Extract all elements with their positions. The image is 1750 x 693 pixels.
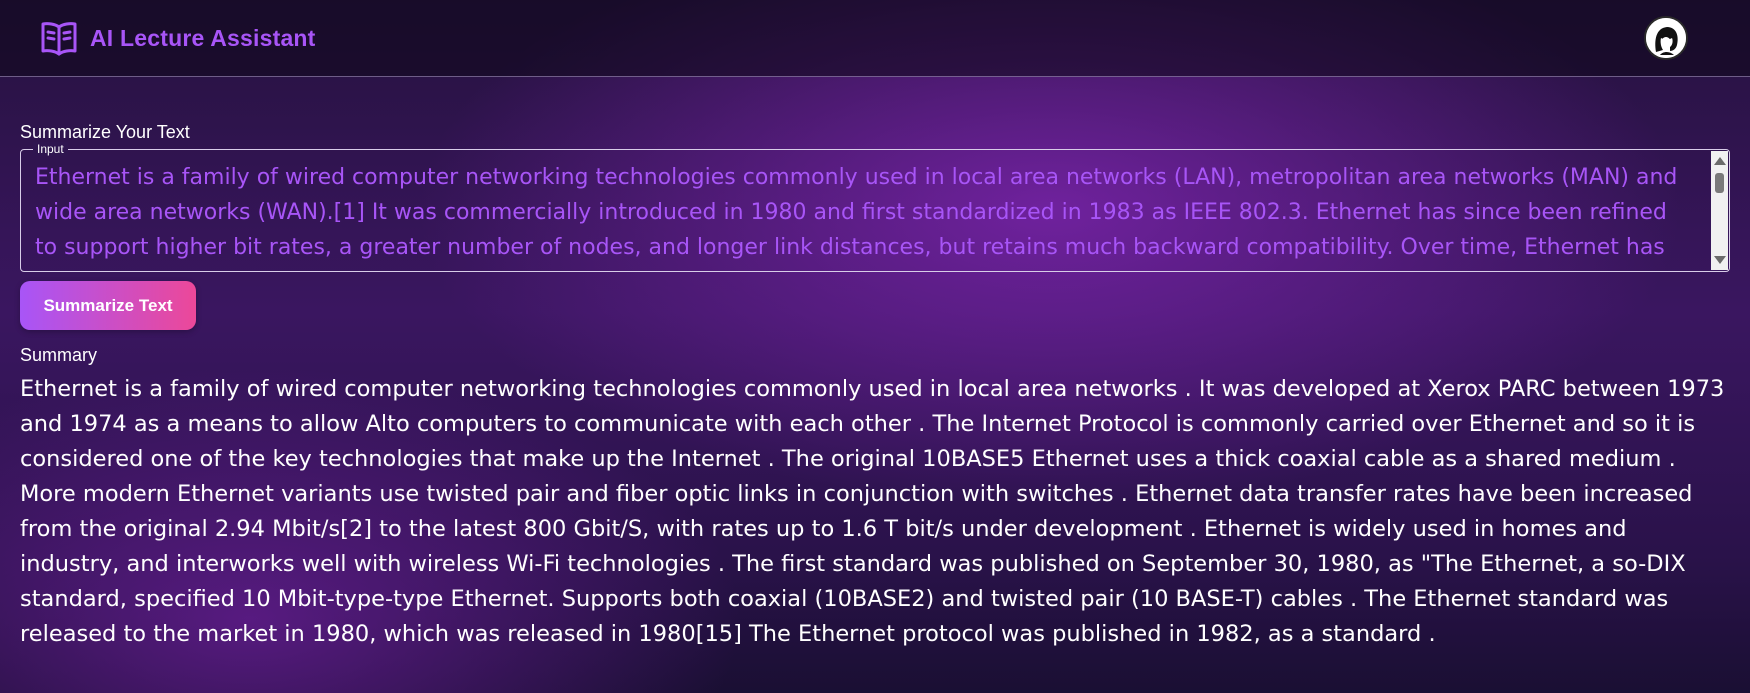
summarize-text-button[interactable]: Summarize Text xyxy=(20,281,196,330)
input-text-value[interactable]: Ethernet is a family of wired computer n… xyxy=(35,160,1695,264)
app-title: AI Lecture Assistant xyxy=(90,24,316,51)
summarize-heading: Summarize Your Text xyxy=(20,122,190,142)
top-navbar: AI Lecture Assistant xyxy=(0,0,1750,77)
scroll-thumb[interactable] xyxy=(1715,173,1724,193)
input-scrollbar[interactable] xyxy=(1711,151,1728,270)
summary-output: Ethernet is a family of wired computer n… xyxy=(20,376,1725,647)
scroll-down-arrow-icon[interactable] xyxy=(1714,256,1726,264)
input-textarea[interactable]: Input Ethernet is a family of wired comp… xyxy=(20,142,1730,272)
app-root: AI Lecture Assistant Summarize Your Text… xyxy=(0,0,1750,693)
open-book-icon xyxy=(40,20,78,56)
scroll-up-arrow-icon[interactable] xyxy=(1714,157,1726,165)
input-legend: Input xyxy=(33,142,68,156)
brand[interactable]: AI Lecture Assistant xyxy=(40,20,316,56)
summary-heading: Summary xyxy=(20,345,98,365)
user-avatar[interactable] xyxy=(1644,16,1688,60)
